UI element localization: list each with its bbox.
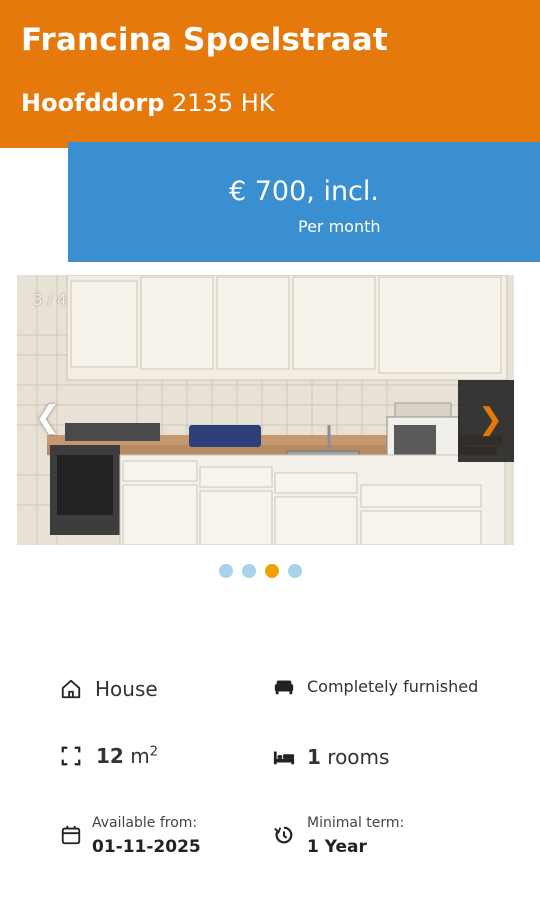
available-text: Available from: 01-11-2025: [92, 815, 201, 857]
feature-type-label: House: [95, 677, 158, 701]
rooms-count: 1: [307, 745, 321, 769]
term-text: Minimal term: 1 Year: [307, 815, 404, 857]
feature-furnishing-label: Completely furnished: [307, 676, 479, 696]
image-counter: 3 / 4: [33, 291, 67, 309]
available-date: 01-11-2025: [92, 837, 201, 857]
available-caption: Available from:: [92, 815, 198, 831]
feature-type: House: [60, 677, 158, 701]
feature-furnishing: Completely furnished: [273, 675, 478, 697]
rooms-text: 1 rooms: [307, 745, 389, 769]
term-caption: Minimal term:: [307, 815, 405, 831]
photo-carousel[interactable]: 3 / 4 ❮ ❯: [17, 275, 514, 545]
area-unit: m: [130, 744, 150, 768]
carousel-dot-active[interactable]: [265, 564, 279, 578]
area-unit-superscript: 2: [149, 744, 158, 760]
price-period: Per month: [298, 217, 381, 236]
area-value: 12 m2: [96, 744, 158, 768]
area-icon: [61, 746, 81, 766]
carousel-dot[interactable]: [219, 564, 233, 578]
sofa-icon: [274, 680, 294, 695]
rooms-label: rooms: [327, 745, 390, 769]
bed-icon: [273, 751, 295, 765]
carousel-dot[interactable]: [288, 564, 302, 578]
city-line: Hoofddorp 2135 HK: [21, 89, 275, 117]
postcode: 2135 HK: [172, 89, 275, 117]
timer-icon: [274, 826, 293, 844]
city-name: Hoofddorp: [21, 89, 165, 117]
area-number: 12: [96, 744, 124, 768]
previous-image-button[interactable]: ❮: [35, 403, 60, 433]
next-image-button[interactable]: ❯: [458, 380, 514, 462]
house-icon: [61, 679, 81, 699]
carousel-dot[interactable]: [242, 564, 256, 578]
kitchen-photo: [17, 275, 514, 545]
price-amount: € 700, incl.: [228, 176, 379, 207]
calendar-icon: [61, 825, 81, 845]
feature-term: Minimal term: 1 Year: [273, 815, 404, 857]
term-value: 1 Year: [307, 837, 367, 857]
price-box: € 700, incl. Per month: [68, 142, 540, 262]
street-title: Francina Spoelstraat: [21, 22, 388, 58]
listing-header: Francina Spoelstraat Hoofddorp 2135 HK: [0, 0, 540, 148]
feature-available: Available from: 01-11-2025: [60, 815, 201, 857]
feature-rooms: 1 rooms: [273, 745, 389, 769]
chevron-right-icon: ❯: [478, 402, 504, 437]
feature-area: 12 m2: [60, 744, 158, 768]
